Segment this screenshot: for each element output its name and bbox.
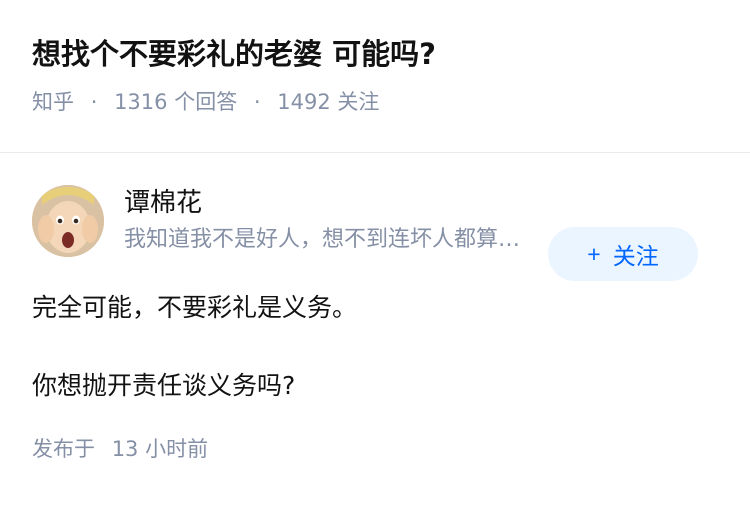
author-name[interactable]: 谭棉花 bbox=[124, 186, 539, 220]
publish-label: 发布于 bbox=[32, 437, 95, 461]
source-label[interactable]: 知乎 bbox=[32, 90, 74, 114]
answer-paragraph: 你想抛开责任谈义务吗? bbox=[32, 371, 296, 400]
publish-time: 发布于 13 小时前 bbox=[32, 434, 718, 464]
question-header: 想找个不要彩礼的老婆 可能吗? 知乎 · 1316 个回答 · 1492 关注 bbox=[0, 0, 750, 115]
answers-label: 个回答 bbox=[174, 90, 238, 114]
question-meta: 知乎 · 1316 个回答 · 1492 关注 bbox=[32, 88, 718, 116]
avatar-face-icon bbox=[32, 185, 104, 257]
follow-button[interactable]: + 关注 bbox=[548, 227, 698, 281]
meta-separator: · bbox=[253, 90, 261, 114]
answer-paragraph: 完全可能，不要彩礼是义务。 bbox=[32, 293, 358, 322]
answer-card: 谭棉花 我知道我不是好人，想不到连坏人都算不上…… + 关注 完全可能，不要彩礼… bbox=[0, 184, 750, 464]
followers-label: 关注 bbox=[337, 90, 380, 114]
divider bbox=[0, 152, 750, 153]
avatar[interactable] bbox=[32, 185, 104, 257]
publish-time-value: 13 小时前 bbox=[111, 437, 209, 461]
author-bio: 我知道我不是好人，想不到连坏人都算不上…… bbox=[124, 227, 539, 252]
answer-content[interactable]: 完全可能，不要彩礼是义务。 你想抛开责任谈义务吗? bbox=[32, 290, 718, 404]
plus-icon: + bbox=[587, 240, 601, 267]
question-title[interactable]: 想找个不要彩礼的老婆 可能吗? bbox=[32, 34, 718, 74]
meta-separator: · bbox=[90, 90, 98, 114]
author-info: 谭棉花 我知道我不是好人，想不到连坏人都算不上…… bbox=[124, 186, 539, 256]
follow-button-label: 关注 bbox=[612, 243, 659, 269]
answers-count: 1316 bbox=[114, 90, 168, 114]
followers-count: 1492 bbox=[277, 90, 331, 114]
